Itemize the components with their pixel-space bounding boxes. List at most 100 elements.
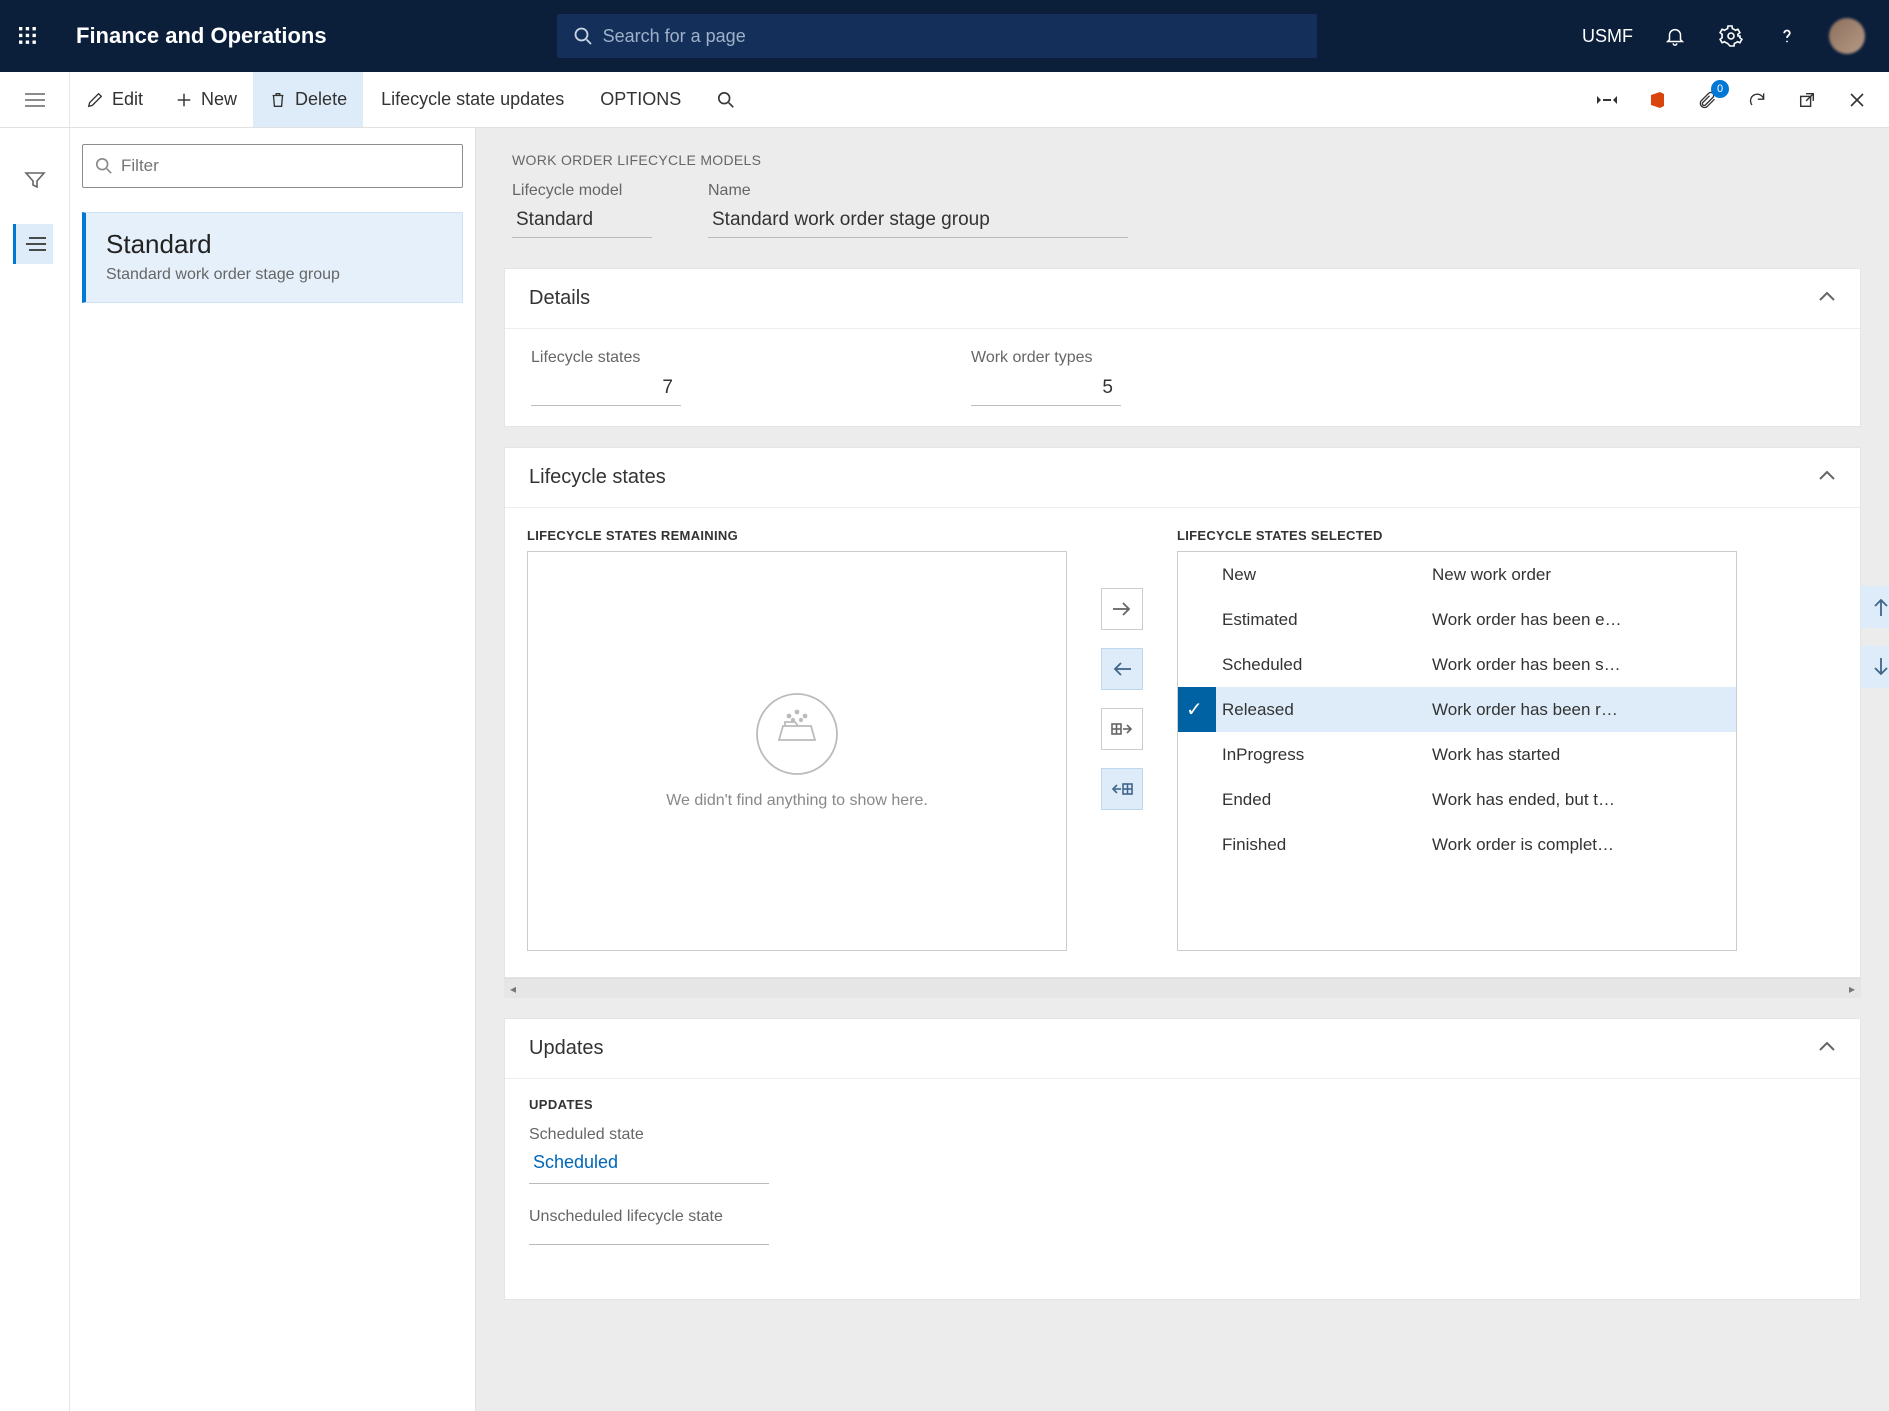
search-icon: [573, 26, 593, 46]
office-icon[interactable]: [1643, 86, 1671, 114]
selected-state-row[interactable]: EstimatedWork order has been e…: [1178, 597, 1736, 642]
action-pane: Edit New Delete Lifecycle state updates …: [0, 72, 1889, 128]
selected-state-row[interactable]: EndedWork has ended, but t…: [1178, 777, 1736, 822]
edit-button[interactable]: Edit: [70, 72, 159, 127]
selected-state-row[interactable]: ScheduledWork order has been s…: [1178, 642, 1736, 687]
chevron-up-icon[interactable]: [1818, 291, 1836, 306]
plus-icon: [175, 91, 193, 109]
empty-folder-icon: [755, 692, 839, 776]
unscheduled-state-label: Unscheduled lifecycle state: [529, 1208, 1836, 1226]
arrow-up-icon: [1873, 596, 1889, 618]
delete-button[interactable]: Delete: [253, 72, 363, 127]
actionbar-search-button[interactable]: [699, 72, 753, 127]
list-pane-icon[interactable]: [13, 224, 53, 264]
selected-state-row[interactable]: NewNew work order: [1178, 552, 1736, 597]
selected-list[interactable]: NewNew work orderEstimatedWork order has…: [1177, 551, 1737, 951]
arrow-right-icon: [1111, 601, 1133, 617]
scheduled-state-value[interactable]: Scheduled: [529, 1148, 769, 1184]
left-rail: [0, 128, 70, 1411]
connector-icon[interactable]: [1593, 86, 1621, 114]
work-order-types-count-label: Work order types: [971, 349, 1121, 367]
selected-state-row[interactable]: InProgressWork has started: [1178, 732, 1736, 777]
empty-text: We didn't find anything to show here.: [666, 792, 928, 810]
search-icon: [717, 91, 735, 109]
updates-subheading: UPDATES: [529, 1097, 1836, 1112]
user-avatar[interactable]: [1829, 18, 1865, 54]
selected-label: LIFECYCLE STATES SELECTED: [1177, 528, 1737, 543]
state-code: New: [1222, 565, 1432, 585]
chevron-up-icon[interactable]: [1818, 1041, 1836, 1056]
selected-state-row[interactable]: ✓ReleasedWork order has been r…: [1178, 687, 1736, 732]
lifecycle-states-count-label: Lifecycle states: [531, 349, 681, 367]
attachments-button[interactable]: 0: [1693, 86, 1721, 114]
work-order-types-count-value[interactable]: 5: [971, 373, 1121, 406]
close-icon[interactable]: [1843, 86, 1871, 114]
list-item-name: Standard: [106, 229, 442, 260]
remove-all-button[interactable]: [1101, 768, 1143, 810]
gear-icon[interactable]: [1717, 22, 1745, 50]
popout-icon[interactable]: [1793, 86, 1821, 114]
state-desc: Work order has been s…: [1432, 655, 1736, 675]
company-picker[interactable]: USMF: [1582, 26, 1633, 47]
help-icon[interactable]: [1773, 22, 1801, 50]
lifecycle-states-card: Lifecycle states LIFECYCLE STATES REMAIN…: [504, 447, 1861, 978]
app-title: Finance and Operations: [76, 23, 327, 49]
selected-state-row[interactable]: FinishedWork order is complet…: [1178, 822, 1736, 867]
move-up-button[interactable]: [1860, 586, 1889, 628]
remaining-list: We didn't find anything to show here.: [527, 551, 1067, 951]
table-arrow-right-icon: [1111, 721, 1133, 737]
state-desc: Work has ended, but t…: [1432, 790, 1736, 810]
refresh-icon[interactable]: [1743, 86, 1771, 114]
state-code: Scheduled: [1222, 655, 1432, 675]
scheduled-state-label: Scheduled state: [529, 1126, 1836, 1144]
form-area: WORK ORDER LIFECYCLE MODELS Lifecycle mo…: [476, 128, 1889, 1411]
options-button[interactable]: OPTIONS: [582, 72, 699, 127]
state-desc: Work has started: [1432, 745, 1736, 765]
lifecycle-model-value[interactable]: Standard: [512, 206, 652, 238]
name-label: Name: [708, 182, 1128, 200]
state-code: InProgress: [1222, 745, 1432, 765]
lifecycle-states-title: Lifecycle states: [529, 466, 666, 489]
global-search[interactable]: [557, 14, 1317, 58]
attachments-count-badge: 0: [1711, 80, 1729, 98]
state-code: Finished: [1222, 835, 1432, 855]
state-desc: New work order: [1432, 565, 1736, 585]
state-code: Ended: [1222, 790, 1432, 810]
global-search-input[interactable]: [603, 26, 1301, 47]
table-arrow-left-icon: [1111, 781, 1133, 797]
state-desc: Work order has been e…: [1432, 610, 1736, 630]
chevron-up-icon[interactable]: [1818, 470, 1836, 485]
lifecycle-state-updates-button[interactable]: Lifecycle state updates: [363, 72, 582, 127]
unscheduled-state-value[interactable]: [529, 1230, 769, 1245]
list-filter-input[interactable]: [121, 156, 450, 176]
nav-collapse-hamburger-icon[interactable]: [21, 86, 49, 114]
updates-title: Updates: [529, 1037, 604, 1060]
new-button[interactable]: New: [159, 72, 253, 127]
bell-icon[interactable]: [1661, 22, 1689, 50]
state-code: Estimated: [1222, 610, 1432, 630]
arrow-down-icon: [1873, 656, 1889, 678]
remaining-label: LIFECYCLE STATES REMAINING: [527, 528, 1067, 543]
list-filter[interactable]: [82, 144, 463, 188]
updates-card: Updates UPDATES Scheduled state Schedule…: [504, 1018, 1861, 1300]
add-all-button[interactable]: [1101, 708, 1143, 750]
list-item[interactable]: Standard Standard work order stage group: [82, 212, 463, 303]
record-list: Standard Standard work order stage group: [70, 128, 476, 1411]
form-caption: WORK ORDER LIFECYCLE MODELS: [512, 152, 1853, 168]
state-desc: Work order is complet…: [1432, 835, 1736, 855]
arrow-left-icon: [1111, 661, 1133, 677]
filter-pane-icon[interactable]: [15, 160, 55, 200]
waffle-icon[interactable]: [14, 22, 42, 50]
lifecycle-model-label: Lifecycle model: [512, 182, 652, 200]
check-icon: ✓: [1186, 697, 1203, 722]
lifecycle-states-count-value[interactable]: 7: [531, 373, 681, 406]
name-value[interactable]: Standard work order stage group: [708, 206, 1128, 238]
remove-selected-button[interactable]: [1101, 648, 1143, 690]
list-item-desc: Standard work order stage group: [106, 266, 442, 284]
search-icon: [95, 157, 113, 175]
horizontal-scrollbar[interactable]: ◂▸: [504, 978, 1861, 998]
move-down-button[interactable]: [1860, 646, 1889, 688]
add-selected-button[interactable]: [1101, 588, 1143, 630]
state-desc: Work order has been r…: [1432, 700, 1736, 720]
details-title: Details: [529, 287, 590, 310]
